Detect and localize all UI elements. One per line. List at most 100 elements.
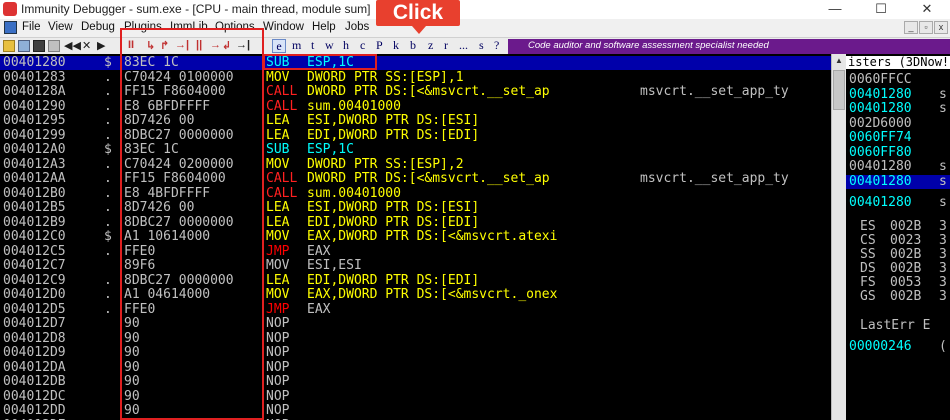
disasm-mnemonic: LEA [266, 113, 290, 128]
promo-banner[interactable]: Code auditor and software assessment spe… [508, 39, 950, 54]
register-row[interactable]: 0060FFCC [846, 73, 950, 87]
disasm-mnemonic: JMP [266, 243, 290, 259]
segment-name: GS [860, 289, 876, 304]
disasm-address: 004012D9 [3, 345, 66, 360]
disasm-operand: EAX [307, 243, 331, 259]
segment-value: 0053 [890, 275, 922, 290]
menu-jobs[interactable]: Jobs [345, 21, 369, 33]
register-value: 0060FF80 [849, 144, 912, 160]
disasm-operand: ESP,1C [307, 142, 354, 157]
open-icon[interactable] [3, 40, 15, 52]
close-button[interactable]: ✕ [904, 0, 950, 19]
disasm-operand: DWORD PTR DS:[<&msvcrt.__set_ap [307, 84, 550, 99]
segment-row[interactable]: ES 002B 3 [846, 220, 950, 234]
maximize-button[interactable]: ☐ [858, 0, 904, 19]
disasm-mnemonic: MOV [266, 69, 290, 85]
register-value: 00401280 [849, 159, 912, 174]
register-suffix: s [939, 173, 947, 189]
menu-window[interactable]: Window [263, 21, 304, 33]
eip-row[interactable]: 00401280 s [846, 196, 950, 210]
mdi-close-button[interactable]: x [934, 21, 948, 34]
segment-row[interactable]: CS 0023 3 [846, 234, 950, 248]
register-value: 0060FFCC [849, 72, 912, 87]
disasm-address: 00401299 [3, 127, 66, 143]
patches-button[interactable]: P [376, 38, 383, 53]
source-button[interactable]: s [479, 38, 484, 53]
register-row[interactable]: 0060FF80 [846, 144, 950, 160]
minimize-button[interactable]: — [812, 0, 858, 19]
menu-help[interactable]: Help [312, 21, 336, 33]
memory-map-button[interactable]: m [292, 38, 301, 53]
efl-row[interactable]: 00000246 ( [846, 340, 950, 354]
disasm-operand: EAX [307, 301, 331, 317]
register-row[interactable]: 00401280 s [846, 102, 950, 116]
menu-file[interactable]: File [22, 21, 41, 33]
menu-view[interactable]: View [48, 21, 73, 33]
register-row[interactable]: 002D6000 [846, 116, 950, 131]
disasm-marker: . [104, 185, 112, 201]
lasterr-row[interactable]: LastErr E [846, 319, 950, 333]
disasm-mnemonic: NOP [266, 330, 290, 346]
segment-row[interactable]: SS 002B 3 [846, 248, 950, 262]
segment-row[interactable]: DS 002B 3 [846, 262, 950, 276]
click-callout-label: Click [392, 1, 444, 24]
attach-icon[interactable] [48, 40, 60, 52]
cpu-button[interactable]: c [360, 38, 365, 53]
run-trace-button[interactable]: r [444, 38, 448, 53]
disasm-address: 00401295 [3, 113, 66, 128]
scroll-thumb[interactable] [833, 70, 845, 110]
windows-button[interactable]: w [325, 38, 334, 53]
segment-row[interactable]: FS 0053 3 [846, 276, 950, 290]
segment-name: DS [860, 261, 876, 276]
disasm-address: 004012C5 [3, 243, 66, 259]
register-value: 00401280 [849, 101, 912, 116]
disasm-comment: msvcrt.__set_app_ty [640, 171, 789, 186]
help-button[interactable]: ? [494, 38, 499, 53]
disasm-marker: . [104, 301, 112, 317]
menu-debug[interactable]: Debug [81, 21, 115, 33]
stop-icon[interactable]: ✕ [82, 39, 91, 52]
restart-icon[interactable] [18, 40, 30, 52]
cpu-window-icon[interactable] [4, 21, 17, 34]
breakpoints-button[interactable]: b [410, 38, 416, 53]
register-row[interactable]: 00401280 s [846, 87, 950, 102]
disasm-mnemonic: LEA [266, 214, 290, 230]
disasm-marker: . [104, 272, 112, 288]
hardware-breakpoints-button[interactable]: z [428, 38, 433, 53]
more-windows-button[interactable]: ... [459, 38, 468, 53]
handles-button[interactable]: h [343, 38, 349, 53]
register-row[interactable]: 0060FF74 [846, 131, 950, 145]
disasm-address: 004012D5 [3, 301, 66, 317]
disasm-operand: DWORD PTR SS:[ESP],2 [307, 156, 464, 172]
disasm-mnemonic: LEA [266, 127, 290, 143]
disasm-mnemonic: CALL [266, 84, 298, 99]
disasm-address: 004012DB [3, 374, 66, 389]
registers-pane[interactable]: isters (3DNow!) 0060FFCC 00401280 s 0040128… [846, 54, 950, 420]
call-stack-button[interactable]: k [393, 38, 399, 53]
executable-modules-button[interactable]: e [272, 39, 286, 53]
disasm-operand: ESI,DWORD PTR DS:[ESI] [307, 200, 480, 215]
segment-suffix: 3 [939, 275, 947, 290]
mdi-restore-button[interactable]: ▫ [919, 21, 933, 34]
segment-row[interactable]: GS 002B 3 [846, 290, 950, 304]
disasm-marker: $ [104, 229, 112, 244]
disasm-marker: . [104, 214, 112, 230]
register-row[interactable]: 00401280 s [846, 160, 950, 174]
disasm-address: 004012B9 [3, 214, 66, 230]
mdi-minimize-button[interactable]: _ [904, 21, 918, 34]
disasm-marker: . [104, 287, 112, 302]
disasm-address: 004012DA [3, 359, 66, 375]
run-icon[interactable]: ▶ [97, 39, 105, 52]
disasm-address: 004012D0 [3, 287, 66, 302]
disasm-marker: . [104, 69, 112, 85]
segment-name: CS [860, 233, 876, 248]
scroll-up-icon[interactable]: ▲ [832, 54, 846, 68]
rewind-icon[interactable]: ◀◀ [64, 39, 81, 52]
close-program-icon[interactable] [33, 40, 45, 52]
registers-header[interactable]: isters (3DNow!) [846, 56, 950, 69]
threads-button[interactable]: t [311, 38, 314, 53]
disasm-operand: DWORD PTR SS:[ESP],1 [307, 69, 464, 85]
register-value: 00401280 [849, 173, 912, 189]
disassembly-scrollbar[interactable]: ▲ [831, 54, 846, 420]
register-row[interactable]: 00401280 s [846, 173, 950, 189]
